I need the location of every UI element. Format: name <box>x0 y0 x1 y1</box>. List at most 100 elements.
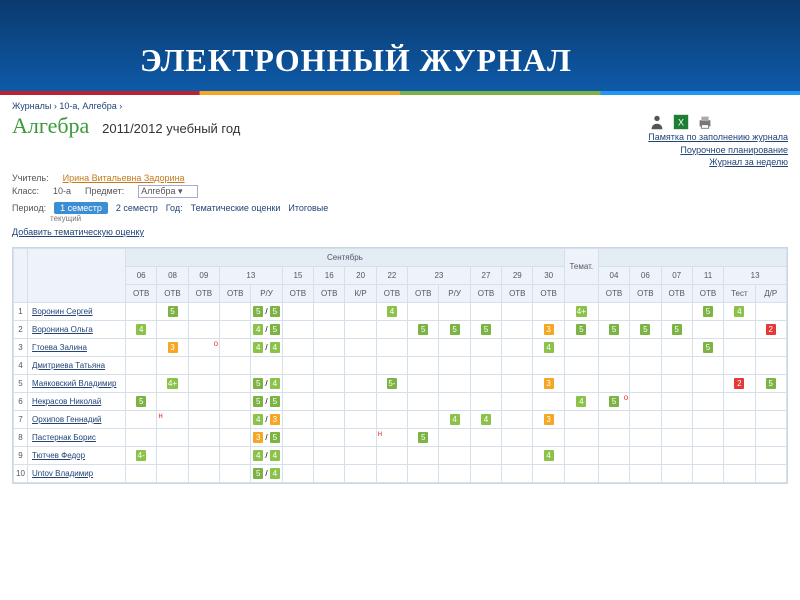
grade-cell[interactable] <box>661 464 692 482</box>
link-help[interactable]: Памятка по заполнению журнала <box>648 131 788 144</box>
grade-cell[interactable] <box>724 428 755 446</box>
grade-cell[interactable] <box>724 410 755 428</box>
grade-cell[interactable] <box>470 356 501 374</box>
grade-cell[interactable] <box>661 392 692 410</box>
grade-cell[interactable] <box>692 374 723 392</box>
excel-export-icon[interactable]: X <box>672 113 690 131</box>
grade-cell[interactable] <box>724 464 755 482</box>
grade-cell[interactable] <box>692 392 723 410</box>
grade-cell[interactable] <box>661 356 692 374</box>
grade-cell[interactable]: 5 <box>126 392 157 410</box>
grade-cell[interactable] <box>533 428 564 446</box>
grade-cell[interactable] <box>251 356 282 374</box>
grade-cell[interactable] <box>282 338 313 356</box>
grade-cell[interactable] <box>408 446 439 464</box>
student-name[interactable]: Тютчев Федор <box>28 446 126 464</box>
period-year[interactable]: Год: <box>166 203 183 213</box>
grade-cell[interactable]: 3 / 5 <box>251 428 282 446</box>
grade-cell[interactable] <box>157 446 188 464</box>
grade-cell[interactable] <box>188 374 219 392</box>
grade-cell[interactable] <box>598 428 629 446</box>
grade-cell[interactable] <box>692 356 723 374</box>
grade-cell[interactable] <box>408 356 439 374</box>
grade-cell[interactable]: 5 <box>408 320 439 338</box>
grade-cell[interactable] <box>502 464 533 482</box>
grade-cell[interactable] <box>314 302 345 320</box>
grade-cell[interactable]: 5- <box>376 374 407 392</box>
grade-cell[interactable] <box>564 464 598 482</box>
grade-cell[interactable]: 4 / 5 <box>251 320 282 338</box>
grade-cell[interactable]: 5 <box>439 320 470 338</box>
grade-cell[interactable] <box>376 446 407 464</box>
grade-cell[interactable] <box>755 392 786 410</box>
grade-cell[interactable] <box>408 374 439 392</box>
day-header[interactable]: 06 <box>126 266 157 284</box>
grade-cell[interactable] <box>755 356 786 374</box>
grade-cell[interactable] <box>376 338 407 356</box>
grade-cell[interactable] <box>630 410 661 428</box>
student-name[interactable]: Маяковский Владимир <box>28 374 126 392</box>
grade-cell[interactable] <box>533 392 564 410</box>
link-planning[interactable]: Поурочное планирование <box>648 144 788 157</box>
grade-cell[interactable] <box>502 410 533 428</box>
grade-cell[interactable] <box>126 302 157 320</box>
grade-cell[interactable] <box>157 392 188 410</box>
grade-cell[interactable] <box>439 446 470 464</box>
grade-cell[interactable] <box>439 428 470 446</box>
grade-cell[interactable] <box>630 356 661 374</box>
grade-cell[interactable] <box>564 356 598 374</box>
grade-cell[interactable] <box>502 428 533 446</box>
student-icon[interactable] <box>648 113 666 131</box>
grade-cell[interactable] <box>376 410 407 428</box>
student-name[interactable]: Орхипов Геннадий <box>28 410 126 428</box>
grade-cell[interactable] <box>345 374 376 392</box>
grade-cell[interactable]: 5 / 4 <box>251 374 282 392</box>
grade-cell[interactable]: 4- <box>126 446 157 464</box>
day-header[interactable]: 06 <box>630 266 661 284</box>
period-sem1[interactable]: 1 семестр <box>54 202 108 214</box>
grade-cell[interactable] <box>630 446 661 464</box>
grade-cell[interactable]: 4 / 4 <box>251 446 282 464</box>
grade-cell[interactable] <box>188 320 219 338</box>
grade-cell[interactable] <box>630 338 661 356</box>
grade-cell[interactable] <box>188 428 219 446</box>
print-icon[interactable] <box>696 113 714 131</box>
grade-cell[interactable] <box>314 374 345 392</box>
grade-cell[interactable] <box>598 410 629 428</box>
grade-cell[interactable] <box>564 428 598 446</box>
day-header[interactable]: 20 <box>345 266 376 284</box>
grade-cell[interactable] <box>314 446 345 464</box>
student-name[interactable]: Воронин Сергей <box>28 302 126 320</box>
link-week[interactable]: Журнал за неделю <box>648 156 788 169</box>
grade-cell[interactable]: 4 <box>126 320 157 338</box>
grade-cell[interactable] <box>220 374 251 392</box>
teacher-name[interactable]: Ирина Витальевна Задорина <box>63 173 185 183</box>
grade-cell[interactable] <box>220 356 251 374</box>
grade-cell[interactable] <box>282 464 313 482</box>
grade-cell[interactable] <box>502 302 533 320</box>
grade-cell[interactable] <box>755 446 786 464</box>
grade-cell[interactable] <box>345 428 376 446</box>
grade-cell[interactable] <box>314 464 345 482</box>
grade-cell[interactable]: 3 <box>533 374 564 392</box>
grade-cell[interactable] <box>661 428 692 446</box>
grade-cell[interactable]: 5 / 4 <box>251 464 282 482</box>
grade-cell[interactable]: 4 / 3 <box>251 410 282 428</box>
grade-cell[interactable]: 5 / 5 <box>251 392 282 410</box>
grade-cell[interactable] <box>724 320 755 338</box>
grade-cell[interactable] <box>630 428 661 446</box>
day-header[interactable]: 27 <box>470 266 501 284</box>
grade-cell[interactable] <box>126 374 157 392</box>
grade-cell[interactable] <box>533 302 564 320</box>
grade-cell[interactable] <box>408 302 439 320</box>
grade-cell[interactable] <box>345 464 376 482</box>
grade-cell[interactable] <box>157 356 188 374</box>
grade-cell[interactable] <box>220 338 251 356</box>
grade-cell[interactable]: 2 <box>724 374 755 392</box>
grade-cell[interactable] <box>470 302 501 320</box>
grade-cell[interactable]: 5о <box>598 392 629 410</box>
day-header[interactable]: 11 <box>692 266 723 284</box>
grade-cell[interactable]: 4 <box>564 392 598 410</box>
grade-cell[interactable] <box>692 428 723 446</box>
grade-cell[interactable] <box>661 410 692 428</box>
